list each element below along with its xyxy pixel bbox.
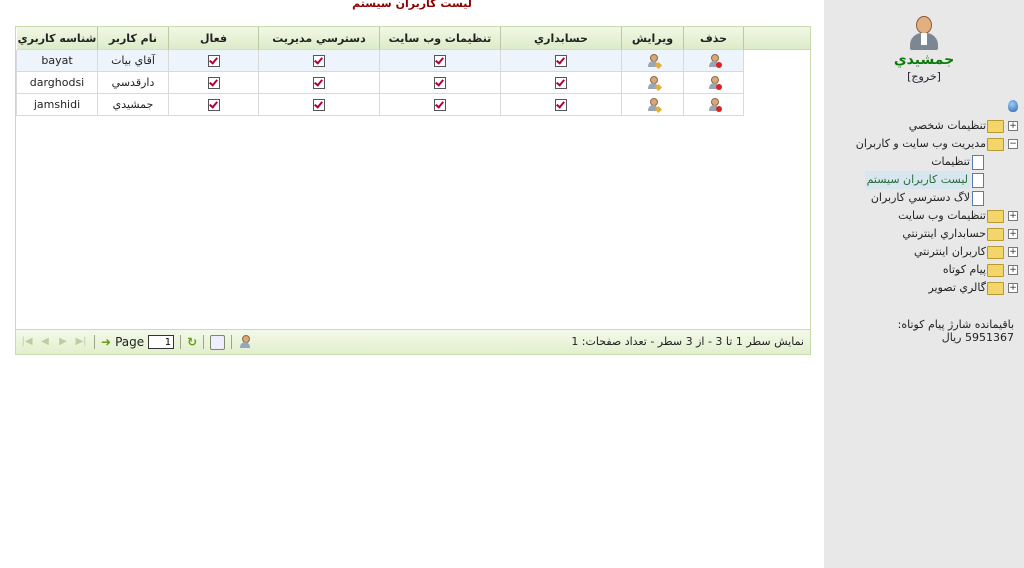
document-icon (972, 191, 984, 206)
logout-link[interactable]: [خروج] (907, 70, 941, 83)
username: جمشيدي (893, 52, 955, 68)
website-settings-checkbox[interactable] (434, 99, 446, 111)
tree-item-personal-settings[interactable]: + تنظيمات شخصي (824, 117, 1024, 135)
tree-item-online-accounting[interactable]: + حسابداري اينترنتي (824, 225, 1024, 243)
cell-user-name: جمشيدي (97, 93, 169, 116)
table-row[interactable]: bayat آقاي بيات (16, 49, 744, 72)
active-checkbox[interactable] (207, 55, 220, 67)
expand-icon[interactable]: + (1008, 265, 1018, 275)
pager-info: نمايش سطر 1 تا 3 - از 3 سطر - تعداد صفحا… (571, 335, 804, 348)
expand-icon[interactable]: + (1008, 247, 1018, 257)
users-table: شناسه کاربري نام کاربر فعال دسترسي مديري… (16, 27, 744, 116)
delete-user-icon[interactable] (707, 53, 722, 68)
collapse-icon[interactable]: − (1008, 139, 1018, 149)
tree-item-website-settings[interactable]: + تنظيمات وب سايت (824, 207, 1024, 225)
edit-user-icon[interactable] (646, 75, 662, 91)
logout-link-wrap: [خروج] (824, 70, 1024, 83)
go-arrow-icon[interactable]: ➜ (101, 335, 111, 349)
folder-icon (987, 120, 1004, 133)
col-header-user-id[interactable]: شناسه کاربري (16, 27, 98, 50)
admin-access-checkbox[interactable] (313, 99, 325, 111)
col-header-user-name[interactable]: نام کاربر (97, 27, 169, 50)
tree-item-image-gallery[interactable]: + گالري تصوير (824, 279, 1024, 297)
page-title: لیست کاربران سیستم (352, 0, 472, 10)
pager-divider (94, 335, 95, 349)
first-page-icon[interactable]: |◀ (20, 335, 34, 349)
admin-access-checkbox[interactable] (313, 55, 325, 67)
accounting-checkbox[interactable] (555, 55, 567, 67)
sms-balance-label: باقيمانده شارژ پيام کوتاه: (897, 318, 1014, 331)
tree-item-sms[interactable]: + پيام کوتاه (824, 261, 1024, 279)
document-icon (972, 155, 984, 170)
sidebar: جمشيدي [خروج] + تنظيمات شخصي − مديريت وب… (824, 0, 1024, 568)
admin-access-checkbox[interactable] (313, 77, 325, 89)
delete-user-icon[interactable] (707, 97, 722, 112)
table-header-row: شناسه کاربري نام کاربر فعال دسترسي مديري… (16, 27, 744, 50)
document-icon (972, 173, 984, 188)
delete-user-icon[interactable] (707, 75, 722, 90)
next-page-icon[interactable]: ▶ (56, 335, 70, 349)
active-checkbox[interactable] (207, 99, 220, 111)
pager-divider (180, 335, 182, 349)
website-settings-checkbox[interactable] (434, 55, 446, 67)
table-row[interactable]: darghodsi دارقدسي (16, 71, 744, 94)
expand-icon[interactable]: + (1008, 121, 1018, 131)
pager-controls: |◀ ◀ ▶ ▶| ➜ Page ↻ (20, 334, 252, 350)
website-settings-checkbox[interactable] (434, 77, 446, 89)
cell-user-name: دارقدسي (97, 71, 169, 94)
cell-user-id: jamshidi (16, 93, 98, 116)
sms-balance-value: 5951367 (965, 331, 1014, 344)
edit-user-icon[interactable] (646, 97, 662, 113)
col-header-admin-access[interactable]: دسترسي مديريت (258, 27, 380, 50)
pager-divider (231, 335, 233, 349)
accounting-checkbox[interactable] (555, 99, 567, 111)
expand-icon[interactable]: + (1008, 229, 1018, 239)
prev-page-icon[interactable]: ◀ (38, 335, 52, 349)
folder-icon (987, 210, 1004, 223)
col-header-edit[interactable]: ویرایش (621, 27, 684, 50)
nav-tree: + تنظيمات شخصي − مديريت وب سايت و کاربرا… (824, 117, 1024, 297)
globe-icon (1008, 100, 1018, 112)
tree-item-settings[interactable]: تنظيمات (824, 153, 1024, 171)
cell-user-id: bayat (16, 49, 98, 72)
col-header-active[interactable]: فعال (168, 27, 259, 50)
cell-user-name: آقاي بيات (97, 49, 169, 72)
tree-item-system-users-list[interactable]: ليست کاربران سيستم (824, 171, 1024, 189)
tree-item-online-users[interactable]: + کاربران اينترنتي (824, 243, 1024, 261)
folder-icon (987, 228, 1004, 241)
active-checkbox[interactable] (207, 77, 220, 89)
sms-balance-unit: ريال (941, 331, 962, 344)
folder-icon (987, 246, 1004, 259)
sms-balance: باقيمانده شارژ پيام کوتاه: 5951367 ريال (864, 318, 1014, 344)
grid-pager: |◀ ◀ ▶ ▶| ➜ Page ↻ نمايش سطر 1 تا 3 - از… (16, 329, 810, 354)
tree-item-user-access-log[interactable]: لاگ دسترسي کاربران (824, 189, 1024, 207)
users-grid: شناسه کاربري نام کاربر فعال دسترسي مديري… (15, 26, 811, 355)
user-avatar-icon (910, 16, 938, 50)
folder-icon (987, 282, 1004, 295)
folder-icon (987, 264, 1004, 277)
open-folder-icon (987, 138, 1004, 151)
col-header-website-settings[interactable]: تنظيمات وب سايت (379, 27, 501, 50)
table-row[interactable]: jamshidi جمشيدي (16, 93, 744, 116)
accounting-checkbox[interactable] (555, 77, 567, 89)
tree-item-site-and-users[interactable]: − مديريت وب سايت و کاربران (824, 135, 1024, 153)
page-number-input[interactable] (148, 335, 175, 349)
col-header-delete[interactable]: حذف (683, 27, 744, 50)
edit-user-icon[interactable] (646, 53, 662, 69)
print-icon[interactable] (210, 334, 226, 350)
add-user-icon[interactable] (238, 335, 252, 349)
pager-divider (203, 335, 205, 349)
col-header-accounting[interactable]: حسابداري (500, 27, 622, 50)
page-label: Page (115, 335, 145, 349)
cell-user-id: darghodsi (16, 71, 98, 94)
refresh-icon[interactable]: ↻ (187, 335, 197, 349)
expand-icon[interactable]: + (1008, 211, 1018, 221)
expand-icon[interactable]: + (1008, 283, 1018, 293)
last-page-icon[interactable]: ▶| (74, 335, 88, 349)
